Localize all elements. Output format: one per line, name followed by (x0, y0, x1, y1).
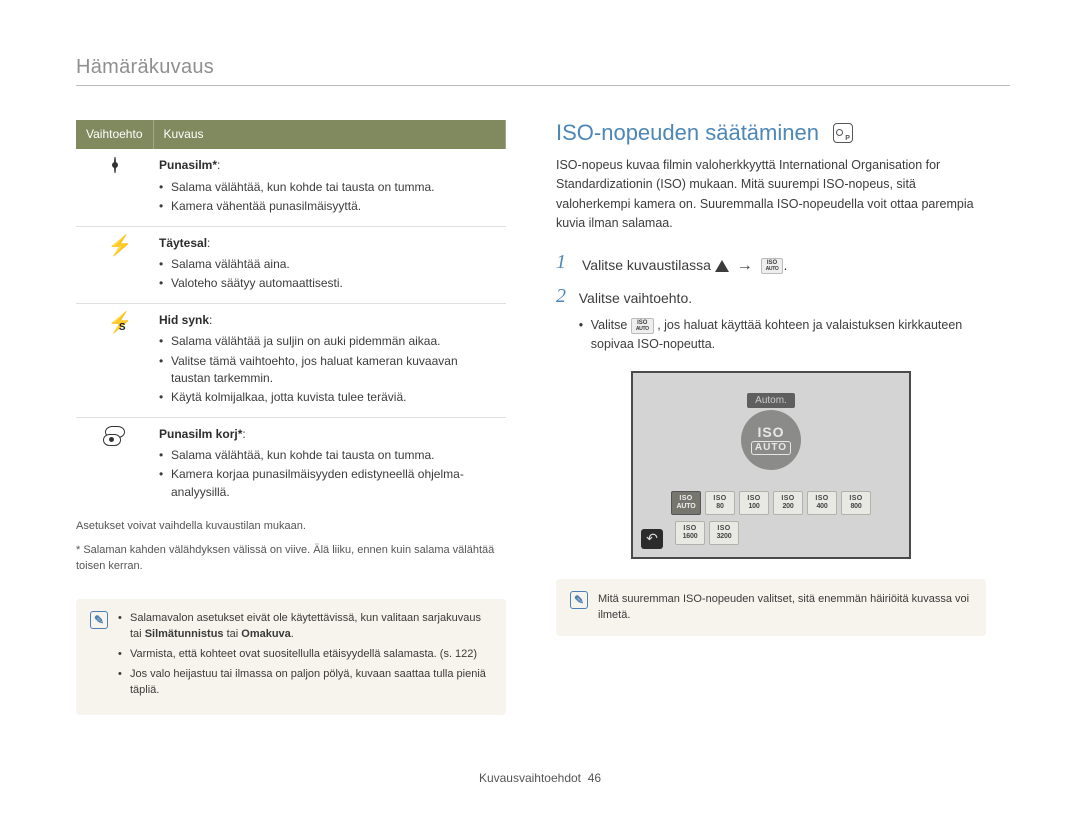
option-bullet: Salama välähtää, kun kohde tai tausta on… (159, 179, 500, 196)
section-title: Hämäräkuvaus (76, 56, 1010, 79)
table-row: Punasilm*: Salama välähtää, kun kohde ta… (76, 149, 506, 226)
info-item: Salamavalon asetukset eivät ole käytettä… (118, 611, 492, 643)
iso-option[interactable]: ISO800 (841, 491, 871, 515)
title-divider (76, 85, 1010, 86)
option-bullet: Käytä kolmijalkaa, jotta kuvista tulee t… (159, 389, 500, 406)
flash-options-table: Vaihtoehto Kuvaus Punasilm*: Salama välä… (76, 120, 506, 511)
option-bullet: Kamera korjaa punasilmäisyyden edistynee… (159, 466, 500, 501)
info-icon: ✎ (90, 611, 108, 629)
heading-text: ISO-nopeuden säätäminen (556, 120, 819, 146)
option-bullet: Kamera vähentää punasilmäisyyttä. (159, 198, 500, 215)
info-box-left: ✎ Salamavalon asetukset eivät ole käytet… (76, 599, 506, 715)
table-row: Täytesal: Salama välähtää aina. Valoteho… (76, 226, 506, 303)
option-bullet: Salama välähtää aina. (159, 256, 500, 273)
iso-option[interactable]: ISO1600 (675, 521, 705, 545)
step-number: 2 (556, 286, 569, 306)
page-footer: Kuvausvaihtoehdot 46 (0, 771, 1080, 785)
iso-description: ISO-nopeus kuvaa filmin valoherkkyyttä I… (556, 156, 986, 234)
iso-label: Autom. (747, 393, 795, 408)
mode-triangle-icon (715, 260, 729, 272)
flash-fill-icon (108, 235, 122, 257)
option-name: Punasilm* (159, 158, 217, 172)
eye-redeye-icon (104, 157, 126, 179)
step-text-part: Valitse kuvaustilassa (582, 257, 715, 273)
iso-row: ISOAUTO ISO80 ISO100 ISO200 ISO400 ISO80… (671, 491, 871, 515)
iso-row: ISO1600 ISO3200 (675, 521, 739, 545)
table-row: Hid synk: Salama välähtää ja suljin on a… (76, 303, 506, 417)
iso-option[interactable]: ISO80 (705, 491, 735, 515)
step-1: 1 Valitse kuvaustilassa → ISOAUTO. (556, 252, 986, 279)
page-number: 46 (588, 771, 601, 785)
info-icon: ✎ (570, 591, 588, 609)
option-name: Täytesal (159, 236, 207, 250)
heading-iso: ISO-nopeuden säätäminen (556, 120, 986, 146)
option-bullet: Salama välähtää, kun kohde tai tausta on… (159, 447, 500, 464)
info-text: Mitä suuremman ISO-nopeuden valitset, si… (598, 591, 972, 624)
info-item: Varmista, että kohteet ovat suositellull… (118, 647, 492, 663)
iso-option-auto[interactable]: ISOAUTO (671, 491, 701, 515)
iso-option[interactable]: ISO400 (807, 491, 837, 515)
back-button[interactable]: ↶ (641, 529, 663, 549)
option-name: Punasilm korj* (159, 427, 242, 441)
option-bullet: Salama välähtää ja suljin on auki pidemm… (159, 333, 500, 350)
iso-option[interactable]: ISO100 (739, 491, 769, 515)
option-name: Hid synk (159, 313, 209, 327)
iso-auto-chip-icon: ISOAUTO (761, 258, 784, 274)
table-row: Punasilm korj*: Salama välähtää, kun koh… (76, 417, 506, 511)
step-2: 2 Valitse vaihtoehto. Valitse ISOAUTO , … (556, 286, 986, 356)
iso-display: Autom. ISO AUTO ISOAUTO ISO80 ISO100 ISO… (631, 371, 911, 559)
iso-big-badge: ISO AUTO (741, 410, 801, 470)
option-bullet: Valoteho säätyy automaattisesti. (159, 275, 500, 292)
step-text-part: . (783, 257, 787, 273)
step-number: 1 (556, 252, 572, 272)
th-desc: Kuvaus (153, 120, 506, 149)
iso-option[interactable]: ISO3200 (709, 521, 739, 545)
step-sub: Valitse ISOAUTO , jos haluat käyttää koh… (579, 316, 986, 355)
option-bullet: Valitse tämä vaihtoehto, jos haluat kame… (159, 353, 500, 388)
flash-slow-sync-icon (108, 312, 122, 334)
info-box-right: ✎ Mitä suuremman ISO-nopeuden valitset, … (556, 579, 986, 636)
iso-option[interactable]: ISO200 (773, 491, 803, 515)
footer-label: Kuvausvaihtoehdot (479, 771, 581, 785)
camera-mode-p-icon (833, 123, 853, 143)
iso-auto-chip-icon: ISOAUTO (631, 318, 654, 334)
step-main: Valitse vaihtoehto. (579, 290, 692, 306)
info-item: Jos valo heijastuu tai ilmassa on paljon… (118, 667, 492, 699)
arrow-right-icon: → (733, 257, 757, 274)
footnote: * Salaman kahden välähdyksen välissä on … (76, 543, 506, 575)
footnote: Asetukset voivat vaihdella kuvaustilan m… (76, 519, 506, 535)
eye-redeye-fix-icon (103, 426, 127, 448)
th-option: Vaihtoehto (76, 120, 153, 149)
